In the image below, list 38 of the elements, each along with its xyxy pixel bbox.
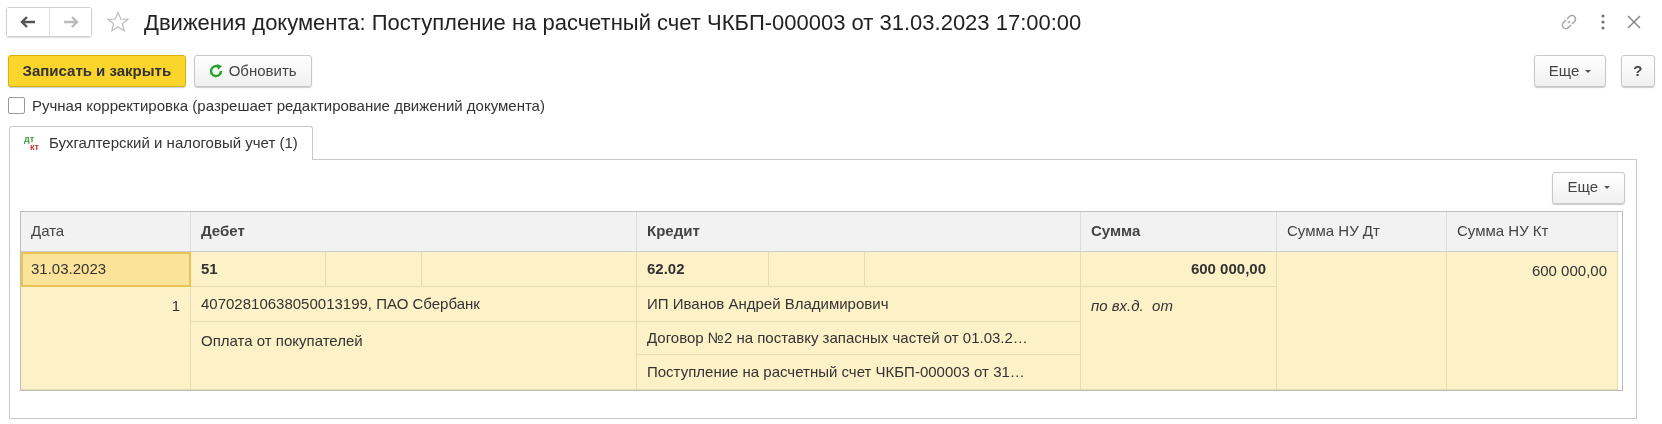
table-cell: Договор №2 на поставку запасных частей от 01.03.2… [637, 322, 1081, 355]
caret-icon [1604, 186, 1610, 189]
window-title: Движения документа: Поступление на расчетный счет ЧКБП-000003 от 31.03.2023 17:00:00 [144, 8, 1082, 37]
column-header: Дебет [191, 212, 637, 252]
table-cell: 1 [21, 287, 191, 390]
checkbox[interactable] [7, 97, 25, 115]
table-cell: 600 000,00 [1447, 252, 1618, 390]
table-cell: 62.02 [637, 252, 769, 287]
table-cell: по вх.д. от [1081, 287, 1277, 390]
help-button[interactable]: ? [1621, 55, 1655, 87]
refresh-icon [208, 64, 223, 78]
table-cell: Оплата от покупателей [191, 322, 637, 390]
table-cell: 40702810638050013199, ПАО Сбербанк [191, 287, 637, 322]
table-cell: Поступление на расчетный счет ЧКБП-000003 от 31… [637, 355, 1081, 390]
star-icon[interactable] [107, 11, 129, 33]
forward-arrow-icon [62, 16, 79, 28]
table-cell: 51 [191, 252, 326, 287]
link-icon[interactable] [1560, 13, 1578, 31]
caret-icon [1585, 69, 1592, 73]
close-icon[interactable] [1627, 15, 1641, 29]
column-header: Кредит [637, 212, 1081, 252]
column-header: Сумма [1081, 212, 1277, 252]
column-header: Дата [21, 212, 191, 252]
column-header: Сумма НУ Кт [1447, 212, 1618, 252]
checkbox-label: Ручная корректировка (разрешает редактирование движений документа) [32, 95, 545, 116]
more-button[interactable]: Еще [1533, 55, 1607, 87]
back-button[interactable] [7, 8, 49, 36]
tab[interactable]: дт кт Бухгалтерский и налоговый учет (1) [9, 125, 313, 160]
column-header: Сумма НУ Дт [1277, 212, 1447, 252]
more-options-icon[interactable] [1600, 14, 1605, 30]
debit-credit-icon: дт кт [24, 135, 39, 151]
table-cell: 600 000,00 [1081, 252, 1277, 287]
refresh-button[interactable]: Обновить [193, 55, 312, 87]
table-cell[interactable]: 31.03.2023 [21, 252, 191, 287]
more-button[interactable]: Еще [1552, 171, 1625, 204]
back-arrow-icon [20, 16, 36, 28]
save-and-close-button[interactable]: Записать и закрыть [7, 55, 187, 87]
table-cell: ИП Иванов Андрей Владимирович [637, 287, 1081, 322]
